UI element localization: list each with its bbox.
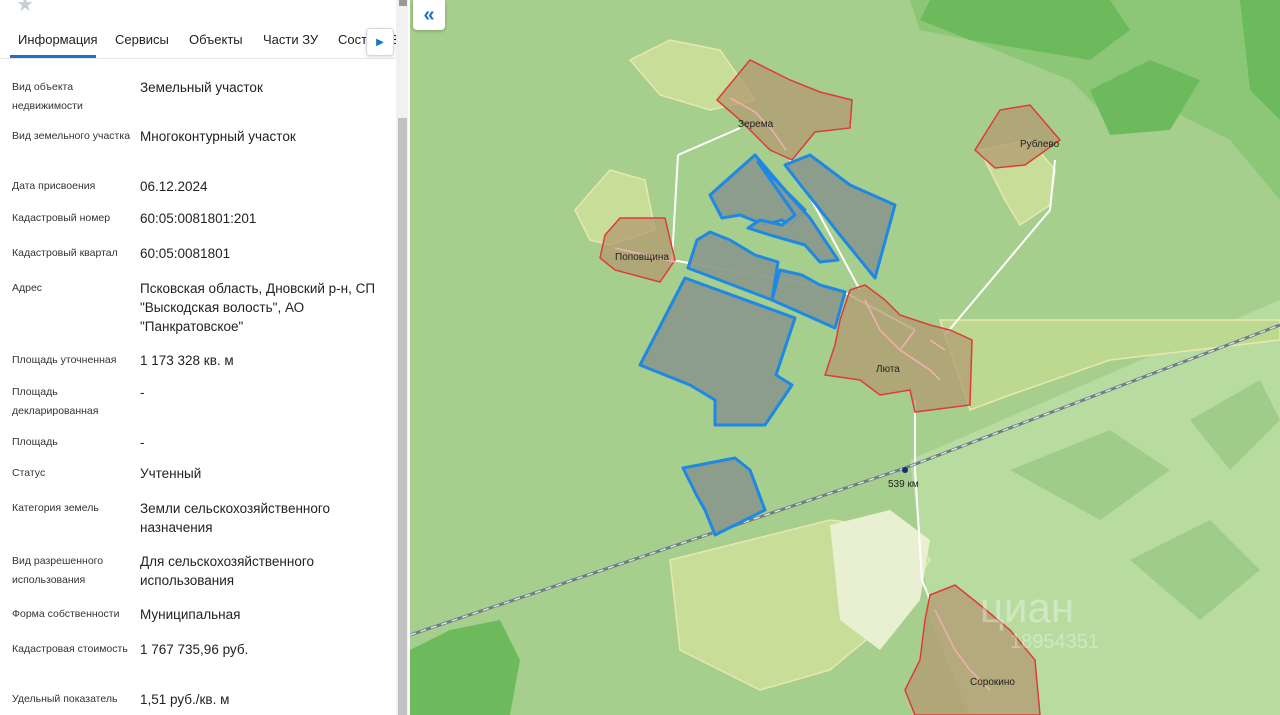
tab-bar: Информация Сервисы Объекты Части ЗУ Сост… xyxy=(0,24,396,59)
tabs-scroll-right-button[interactable]: ▶ xyxy=(366,28,394,56)
favorite-star-icon[interactable]: ★ xyxy=(16,0,34,17)
tab-information[interactable]: Информация xyxy=(18,32,98,47)
panel-scrollbar-thumb[interactable] xyxy=(398,118,407,715)
property-label: Площадь xyxy=(12,436,58,448)
railway-km-marker xyxy=(902,467,908,473)
svg-text:Люта: Люта xyxy=(876,364,900,375)
property-label: Дата присвоения xyxy=(12,180,96,192)
property-value: Псковская область, Дновский р-н, СП "Выс… xyxy=(140,281,376,334)
watermark-number: 18954351 xyxy=(1010,631,1099,653)
property-label: Вид разрешенного использования xyxy=(12,555,104,586)
property-label: Удельный показатель xyxy=(12,693,118,705)
property-value: Земли сельскохозяйственного назначения xyxy=(140,501,331,535)
cadastral-number-value[interactable]: 60:05:0081801:201 xyxy=(140,209,380,228)
collapse-panel-button[interactable]: « xyxy=(413,0,445,30)
property-value: Земельный участок xyxy=(140,80,263,95)
svg-text:Рублево: Рублево xyxy=(1020,138,1060,150)
property-label: Вид земельного участка xyxy=(12,130,131,142)
cadastral-quarter-value[interactable]: 60:05:0081801 xyxy=(140,244,380,263)
panel-scrollbar-arrow[interactable] xyxy=(399,0,407,6)
tab-land-parts[interactable]: Части ЗУ xyxy=(263,32,318,47)
double-chevron-left-icon: « xyxy=(423,3,435,26)
property-label: Адрес xyxy=(12,282,43,294)
property-label: Площадь уточненная xyxy=(12,354,117,366)
property-label: Кадастровый номер xyxy=(12,212,111,224)
tab-objects[interactable]: Объекты xyxy=(189,32,243,47)
map-canvas[interactable]: 539 км Зерема Рублево Поповщина Люта Сор… xyxy=(410,0,1280,715)
property-label: Форма собственности xyxy=(12,608,120,620)
property-value: 1 173 328 кв. м xyxy=(140,353,234,368)
property-label: Кадастровый квартал xyxy=(12,247,118,259)
property-label: Площадь декларированная xyxy=(12,386,99,417)
property-value: 1 767 735,96 руб. xyxy=(140,642,249,657)
property-value: Учтенный xyxy=(140,466,202,481)
property-value: Муниципальная xyxy=(140,607,241,622)
active-tab-indicator xyxy=(10,55,96,58)
property-value: 1,51 руб./кв. м xyxy=(140,692,230,707)
property-value: - xyxy=(140,435,145,450)
tab-services[interactable]: Сервисы xyxy=(115,32,169,47)
property-label: Вид объекта недвижимости xyxy=(12,81,83,112)
property-label: Кадастровая стоимость xyxy=(12,643,128,655)
svg-text:Поповщина: Поповщина xyxy=(615,252,669,263)
svg-text:Сорокино: Сорокино xyxy=(970,677,1015,688)
property-value: Многоконтурный участок xyxy=(140,129,296,144)
railway-km-label: 539 км xyxy=(888,479,919,490)
info-panel: ★ Информация Сервисы Объекты Части ЗУ Со… xyxy=(0,0,408,715)
property-value: 06.12.2024 xyxy=(140,179,208,194)
property-value: - xyxy=(140,385,145,400)
svg-text:Зерема: Зерема xyxy=(738,119,774,130)
property-label: Статус xyxy=(12,467,46,479)
property-label: Категория земель xyxy=(12,502,99,514)
cadastral-map[interactable]: 539 км Зерема Рублево Поповщина Люта Сор… xyxy=(410,0,1280,715)
watermark-logo: циан xyxy=(980,584,1074,631)
property-value: Для сельскохозяйственного использования xyxy=(140,554,314,588)
